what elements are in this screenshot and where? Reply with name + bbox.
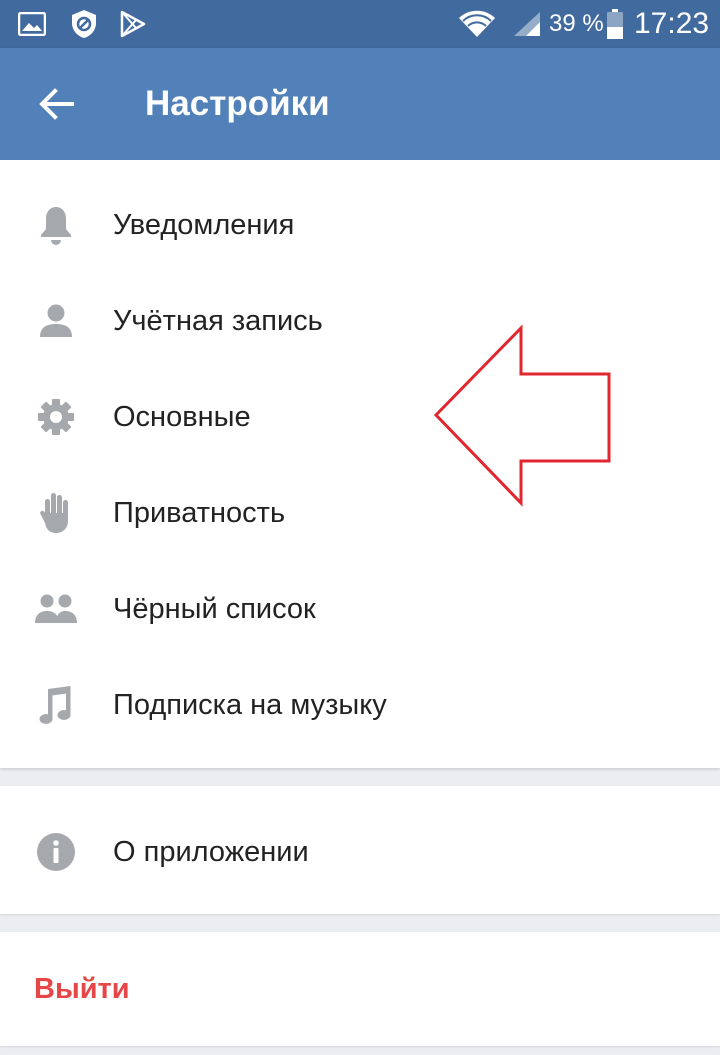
play-store-icon: [120, 0, 146, 48]
back-button[interactable]: [24, 78, 88, 130]
app-bar: Настройки: [0, 48, 720, 160]
image-notification-icon: [18, 0, 46, 48]
hand-icon: [34, 491, 78, 535]
arrow-left-icon: [39, 88, 74, 120]
menu-item-music-subscription[interactable]: Подписка на музыку: [0, 657, 720, 753]
menu-item-notifications[interactable]: Уведомления: [0, 177, 720, 273]
menu-item-about[interactable]: О приложении: [0, 804, 720, 900]
menu-item-label: Уведомления: [113, 208, 295, 241]
menu-item-general[interactable]: Основные: [0, 369, 720, 465]
about-section: О приложении: [0, 786, 720, 914]
music-note-icon: [34, 683, 78, 727]
wifi-icon: [457, 0, 497, 48]
status-bar: 39 % 17:23: [0, 0, 720, 48]
logout-button[interactable]: Выйти: [34, 932, 130, 1046]
info-icon: [34, 830, 78, 874]
menu-item-label: Учётная запись: [113, 304, 323, 337]
menu-item-account[interactable]: Учётная запись: [0, 273, 720, 369]
menu-item-label: Приватность: [113, 496, 286, 529]
page-title: Настройки: [145, 84, 330, 123]
person-icon: [34, 299, 78, 343]
bell-icon: [34, 203, 78, 247]
battery-percent: 39 %: [549, 10, 604, 37]
menu-item-label: О приложении: [113, 835, 309, 868]
people-icon: [34, 587, 78, 631]
battery-icon: [606, 0, 624, 48]
logout-section: Выйти: [0, 932, 720, 1046]
cellular-signal-icon: [512, 0, 542, 48]
clock: 17:23: [634, 7, 710, 40]
blocked-icon: [70, 0, 98, 48]
settings-menu: Уведомления Учётная запись Основные Прив…: [0, 160, 720, 768]
gear-icon: [34, 395, 78, 439]
menu-item-blacklist[interactable]: Чёрный список: [0, 561, 720, 657]
menu-item-label: Чёрный список: [113, 592, 316, 625]
menu-item-privacy[interactable]: Приватность: [0, 465, 720, 561]
menu-item-label: Основные: [113, 400, 251, 433]
menu-item-label: Подписка на музыку: [113, 688, 387, 721]
